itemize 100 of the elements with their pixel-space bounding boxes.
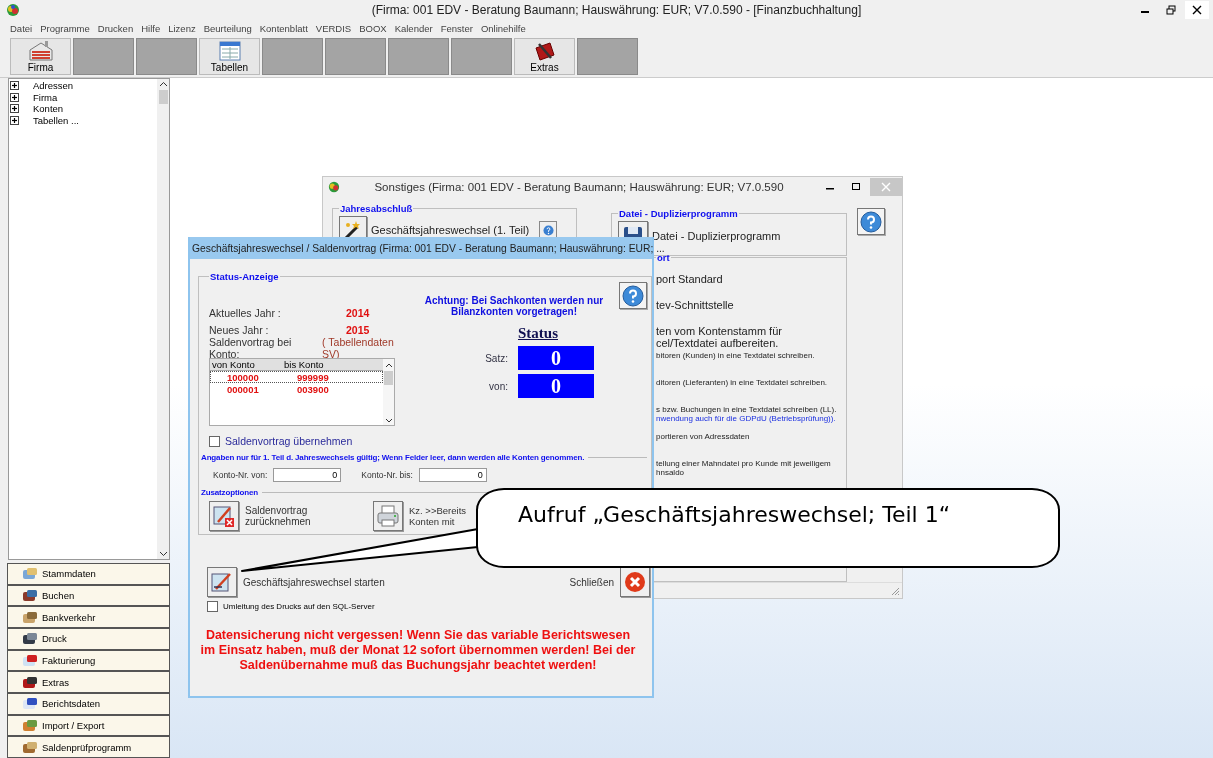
table-window-icon: [217, 40, 242, 62]
toolbar-button[interactable]: Tabellen: [199, 38, 260, 75]
field-label: Konto-Nr. von:: [213, 470, 268, 480]
scroll-down-icon[interactable]: [384, 418, 393, 423]
button-label: Geschäftsjahreswechsel (1. Teil): [371, 224, 530, 236]
nav-button[interactable]: Saldenprüfprogramm: [7, 736, 170, 758]
checkbox[interactable]: [209, 435, 220, 447]
scrollbar[interactable]: [157, 79, 169, 559]
menu-item[interactable]: Kalender: [394, 22, 433, 34]
list-cell-text: 100000: [226, 371, 260, 383]
expand-icon[interactable]: [10, 92, 19, 102]
window-title: Geschäftsjahreswechsel / Saldenvortrag (Firma: 001 EDV - Beratung Baumann; Hauswährung: EUR; ...: [192, 242, 665, 254]
status-heading: Status: [518, 325, 558, 342]
account-range-list[interactable]: von Konto bis Konto 100000 999999 000001 003900: [209, 358, 395, 426]
list-cell-text: 000001: [226, 383, 260, 395]
menu-item[interactable]: Lizenz: [168, 22, 196, 34]
maximize-icon[interactable]: [851, 182, 861, 192]
menu-item[interactable]: Programme: [40, 22, 90, 34]
field-label: Konto-Nr. bis:: [361, 470, 413, 480]
app-logo-icon: [328, 181, 340, 193]
building-icon: [27, 40, 54, 62]
year-value: 2014: [346, 306, 370, 319]
button-label: Geschäftsjahreswechsel starten: [243, 576, 385, 588]
nav-button[interactable]: Import / Export: [7, 714, 170, 737]
column-header[interactable]: bis Konto: [282, 359, 354, 370]
list-cell-text: 003900: [296, 383, 330, 395]
nav-button[interactable]: Buchen: [7, 584, 170, 607]
checkbox[interactable]: [207, 601, 218, 612]
expand-icon[interactable]: [10, 104, 19, 114]
option-label: cel/Textdatei aufbereiten.: [656, 337, 780, 349]
menu-item[interactable]: Drucken: [97, 22, 134, 34]
option-label: Konten mit: [409, 516, 456, 527]
menu-item[interactable]: VERDIS: [315, 22, 352, 34]
account-number-field[interactable]: 0: [418, 468, 487, 482]
option-note: nwendung auch für die GDPdU (Betriebsprüfung)).: [656, 414, 837, 423]
field-label: Aktuelles Jahr :: [209, 306, 282, 319]
tree-item[interactable]: Firma: [33, 91, 58, 103]
scroll-up-icon[interactable]: [384, 363, 393, 368]
scrollbar[interactable]: [383, 359, 394, 425]
notice-text: Bilanzkonten vorgetragen!: [450, 306, 578, 317]
button-label: Datei - Duplizierprogramm: [652, 230, 781, 242]
option-label: Kz. >>Bereits: [409, 505, 467, 516]
nav-button[interactable]: Berichtsdaten: [7, 692, 170, 715]
window-title: Sonstiges (Firma: 001 EDV - Beratung Baumann; Hauswährung: EUR; V7.0.590: [373, 181, 785, 193]
option-label: s bzw. Buchungen in eine Textdatei schreiben (LL).: [656, 405, 838, 414]
expand-icon[interactable]: [10, 81, 19, 91]
tree-item[interactable]: Adressen: [33, 80, 74, 92]
menu-item[interactable]: Datei: [10, 22, 33, 34]
close-icon[interactable]: [1192, 5, 1202, 15]
option-label: portieren von Adressdaten: [656, 432, 751, 441]
option-label: hnsaldo: [656, 468, 686, 477]
group-title: Status-Anzeige: [209, 271, 280, 282]
menu-item[interactable]: Onlinehilfe: [480, 22, 526, 34]
checkbox-label[interactable]: Saldenvortrag übernehmen: [225, 435, 353, 447]
tree-item[interactable]: Tabellen ...: [33, 114, 79, 126]
toolbar-button[interactable]: Firma: [10, 38, 71, 75]
scroll-up-icon[interactable]: [158, 81, 168, 87]
group-title: Datei - Duplizierprogramm: [618, 208, 739, 219]
option-label: tellung einer Mahndatei pro Kunde mit jeweiligem: [656, 459, 832, 468]
scroll-thumb[interactable]: [384, 371, 393, 385]
help-icon[interactable]: [542, 224, 554, 236]
tree-item[interactable]: Konten: [33, 103, 64, 115]
group-title: ort: [656, 252, 671, 263]
menu-item[interactable]: Fenster: [440, 22, 473, 34]
button-label: Schließen: [569, 576, 614, 588]
menu-item[interactable]: Kontenblatt: [259, 22, 308, 34]
scroll-thumb[interactable]: [158, 90, 168, 104]
nav-button[interactable]: Stammdaten: [7, 562, 170, 585]
scroll-down-icon[interactable]: [158, 550, 168, 557]
list-row[interactable]: 000001 003900: [210, 383, 383, 395]
account-number-field[interactable]: 0: [273, 468, 342, 482]
nav-button[interactable]: Extras: [7, 671, 170, 693]
expand-icon[interactable]: [10, 115, 19, 125]
toolbar-button[interactable]: Extras: [514, 38, 575, 75]
counter-value: 0: [518, 346, 594, 370]
checkbox-label[interactable]: Umleitung des Drucks auf den SQL-Server: [223, 602, 375, 611]
menu-item[interactable]: Beurteilung: [203, 22, 252, 34]
nav-button[interactable]: Bankverkehr: [7, 606, 170, 628]
close-button[interactable]: [1185, 1, 1209, 19]
source-label: ( Tabellendaten SV): [322, 336, 395, 360]
notice-text: Achtung: Bei Sachkonten werden nur: [424, 295, 604, 306]
option-label: ten vom Kontenstamm für: [656, 325, 783, 337]
option-label: Saldenvortrag: [245, 505, 308, 516]
window-title: (Firma: 001 EDV - Beratung Baumann; Hauswährung: EUR; V7.0.590 - [Finanzbuchhaltung]: [370, 3, 863, 17]
counter-label: von:: [488, 380, 508, 392]
nav-button[interactable]: Fakturierung: [7, 649, 170, 672]
menu-item[interactable]: Hilfe: [141, 22, 161, 34]
section-heading: Zusatzoptionen: [201, 488, 258, 497]
app-logo-icon: [6, 3, 20, 17]
warning-text: Datensicherung nicht vergessen! Wenn Sie das variable Berichtswesen im Einsatz haben, muß der Monat 12 sofort übernommen werden! Bei der Saldenübernahme muß das Buchungsjahr beachtet werden!: [199, 628, 637, 673]
option-label: bitoren (Kunden) in eine Textdatei schreiben.: [656, 351, 816, 360]
restore-icon[interactable]: [1166, 5, 1176, 15]
menu-item[interactable]: BOOX: [359, 22, 387, 34]
nav-button[interactable]: Druck: [7, 627, 170, 650]
list-row[interactable]: 100000 999999: [210, 371, 383, 383]
option-label: zurücknehmen: [245, 516, 311, 527]
resize-grip-icon[interactable]: [890, 586, 900, 596]
option-label: port Standard: [656, 273, 724, 285]
column-header[interactable]: von Konto: [210, 359, 282, 370]
list-cell-text: 999999: [296, 371, 330, 383]
